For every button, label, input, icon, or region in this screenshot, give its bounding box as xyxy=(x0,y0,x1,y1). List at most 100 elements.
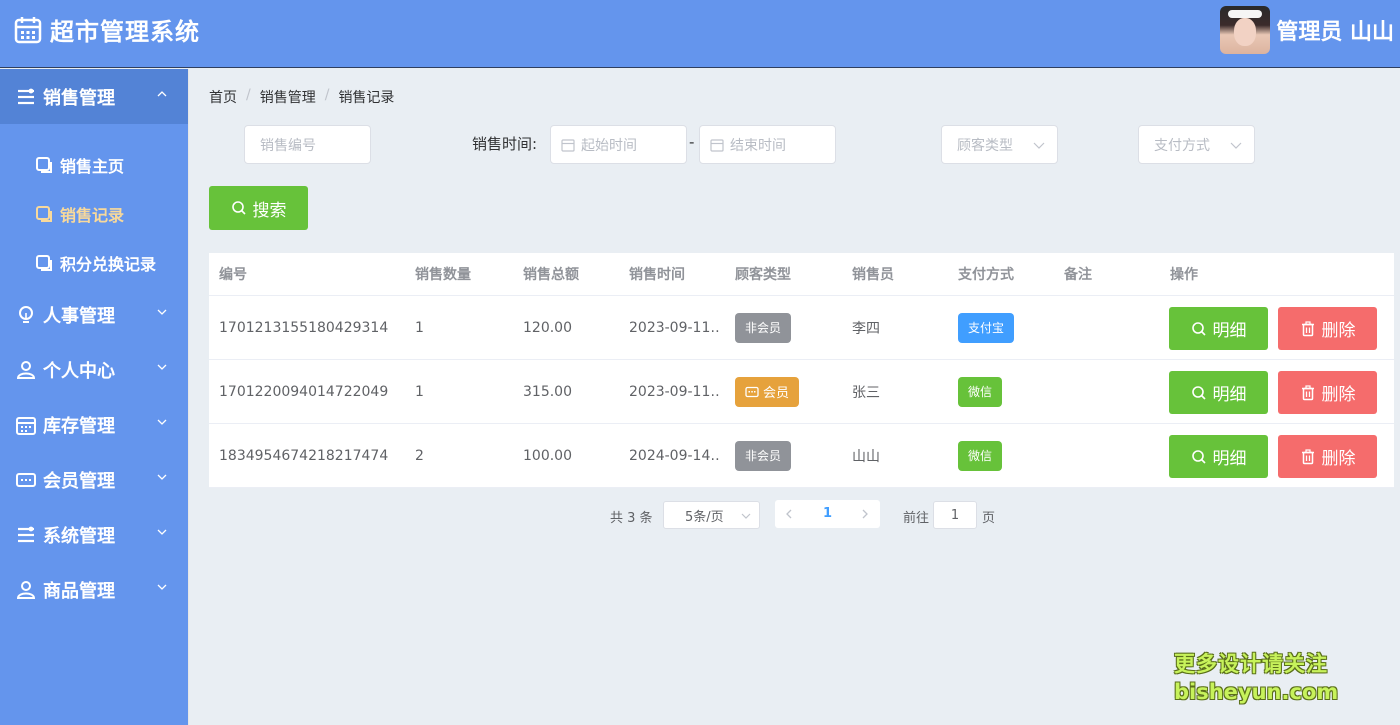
customer-type-tag: 非会员 xyxy=(735,312,792,343)
goto-page-input[interactable]: 1 xyxy=(933,501,977,529)
cell-id: 1834954674218217474 xyxy=(219,447,389,464)
sidebar: 销售管理 销售主页 销售记录 积分兑换记录 人事管理 个人中心 库存管理 会员管… xyxy=(0,69,189,725)
chevron-down-icon xyxy=(157,474,167,480)
sale-time-label: 销售时间: xyxy=(472,135,538,153)
pager: 1 xyxy=(775,500,880,528)
sidebar-item-hr[interactable]: 人事管理 xyxy=(0,287,188,342)
goto-page-value: 1 xyxy=(950,507,960,523)
sidebar-subitem-label: 销售主页 xyxy=(60,156,125,176)
sidebar-subitem-sales-records[interactable]: 销售记录 xyxy=(0,189,188,238)
cell-total: 315.00 xyxy=(523,383,572,400)
trash-icon xyxy=(1301,448,1314,464)
avatar[interactable] xyxy=(1220,6,1271,54)
menu-icon xyxy=(18,88,34,104)
user-menu[interactable]: 管理员 山山 xyxy=(1220,6,1394,54)
customer-type-label: 会员 xyxy=(763,386,790,401)
chevron-down-icon xyxy=(157,309,167,315)
table-row: 1834954674218217474 2 100.00 2024-09-14…… xyxy=(209,424,1394,488)
range-separator: - xyxy=(689,133,695,151)
breadcrumb: 首页 / 销售管理 / 销售记录 xyxy=(209,87,394,107)
sales-table: 编号 销售数量 销售总额 销售时间 顾客类型 销售员 支付方式 备注 操作 17… xyxy=(209,253,1394,488)
user-icon xyxy=(16,360,36,379)
detail-button[interactable]: 明细 xyxy=(1169,307,1268,350)
customer-type-select[interactable]: 顾客类型 xyxy=(941,125,1058,164)
chevron-down-icon xyxy=(157,364,167,370)
header-cell: 销售时间 xyxy=(629,267,685,283)
payment-tag: 微信 xyxy=(958,376,1003,407)
customer-type-tag: 会员 xyxy=(735,376,800,407)
payment-method-select[interactable]: 支付方式 xyxy=(1138,125,1255,164)
sidebar-item-products[interactable]: 商品管理 xyxy=(0,562,188,617)
sale-no-input[interactable]: 销售编号 xyxy=(244,125,371,164)
chevron-down-icon xyxy=(157,419,167,425)
end-time-picker[interactable]: 结束时间 xyxy=(699,125,836,164)
sidebar-item-profile[interactable]: 个人中心 xyxy=(0,342,188,397)
menu-icon xyxy=(18,526,34,542)
search-button-label: 搜索 xyxy=(252,200,287,221)
detail-button-label: 明细 xyxy=(1212,385,1247,405)
sidebar-subitem-points-exchange[interactable]: 积分兑换记录 xyxy=(0,238,188,287)
sidebar-item-label: 个人中心 xyxy=(43,360,115,382)
detail-button[interactable]: 明细 xyxy=(1169,435,1268,478)
page-suffix: 页 xyxy=(982,511,996,526)
chevron-right-icon[interactable] xyxy=(861,509,869,519)
chevron-down-icon xyxy=(157,529,167,535)
goto-label: 前往 xyxy=(903,511,930,526)
user-name[interactable]: 管理员 山山 xyxy=(1276,20,1394,46)
trash-icon xyxy=(1301,384,1314,400)
cell-time: 2023-09-11… xyxy=(629,319,719,336)
search-icon xyxy=(1191,449,1206,464)
sidebar-item-system[interactable]: 系统管理 xyxy=(0,507,188,562)
sidebar-subitem-label: 销售记录 xyxy=(60,205,125,225)
cell-seller: 李四 xyxy=(852,320,880,337)
page-size-value: 5条/页 xyxy=(685,509,724,525)
chevron-left-icon[interactable] xyxy=(785,509,793,519)
header-cell: 编号 xyxy=(219,267,247,283)
search-icon xyxy=(231,201,246,215)
page-size-select[interactable]: 5条/页 xyxy=(663,501,760,529)
watermark-line2: bisheyun.com xyxy=(1174,680,1339,704)
delete-button-label: 删除 xyxy=(1321,321,1356,341)
sale-no-placeholder: 销售编号 xyxy=(260,137,316,154)
cell-id: 1701220094014722049 xyxy=(219,383,389,400)
cell-id: 1701213155180429314 xyxy=(219,319,389,336)
sidebar-subitem-label: 积分兑换记录 xyxy=(60,254,157,274)
delete-button[interactable]: 删除 xyxy=(1278,435,1377,478)
copy-icon xyxy=(36,205,52,222)
header-cell: 顾客类型 xyxy=(735,267,791,283)
delete-button-label: 删除 xyxy=(1321,385,1356,405)
sidebar-item-sales[interactable]: 销售管理 xyxy=(0,69,188,124)
cell-qty: 1 xyxy=(415,319,424,336)
search-button[interactable]: 搜索 xyxy=(209,186,308,230)
detail-button-label: 明细 xyxy=(1212,449,1247,469)
chevron-down-icon xyxy=(1033,142,1045,149)
start-time-picker[interactable]: 起始时间 xyxy=(550,125,687,164)
breadcrumb-home[interactable]: 首页 xyxy=(209,87,237,107)
detail-button[interactable]: 明细 xyxy=(1169,371,1268,414)
card-icon xyxy=(745,386,759,397)
delete-button[interactable]: 删除 xyxy=(1278,307,1377,350)
end-time-placeholder: 结束时间 xyxy=(730,137,786,154)
calendar-icon xyxy=(14,16,42,43)
bulb-icon xyxy=(19,305,33,323)
app-title: 超市管理系统 xyxy=(50,18,200,46)
sidebar-subitem-sales-home[interactable]: 销售主页 xyxy=(0,140,188,189)
breadcrumb-sales[interactable]: 销售管理 xyxy=(260,87,316,107)
sidebar-item-members[interactable]: 会员管理 xyxy=(0,452,188,507)
delete-button[interactable]: 删除 xyxy=(1278,371,1377,414)
customer-type-tag: 非会员 xyxy=(735,440,792,471)
delete-button-label: 删除 xyxy=(1321,449,1356,469)
card-icon xyxy=(16,472,36,487)
chevron-down-icon xyxy=(741,513,751,519)
breadcrumb-separator: / xyxy=(246,87,251,103)
cell-time: 2023-09-11… xyxy=(629,383,719,400)
sidebar-item-label: 人事管理 xyxy=(43,305,115,327)
detail-button-label: 明细 xyxy=(1212,321,1247,341)
header-cell: 操作 xyxy=(1170,267,1198,283)
sidebar-item-label: 商品管理 xyxy=(43,580,115,602)
sidebar-item-inventory[interactable]: 库存管理 xyxy=(0,397,188,452)
current-page[interactable]: 1 xyxy=(823,506,832,521)
customer-type-placeholder: 顾客类型 xyxy=(957,137,1013,154)
cell-total: 120.00 xyxy=(523,319,572,336)
copy-icon xyxy=(36,156,52,173)
